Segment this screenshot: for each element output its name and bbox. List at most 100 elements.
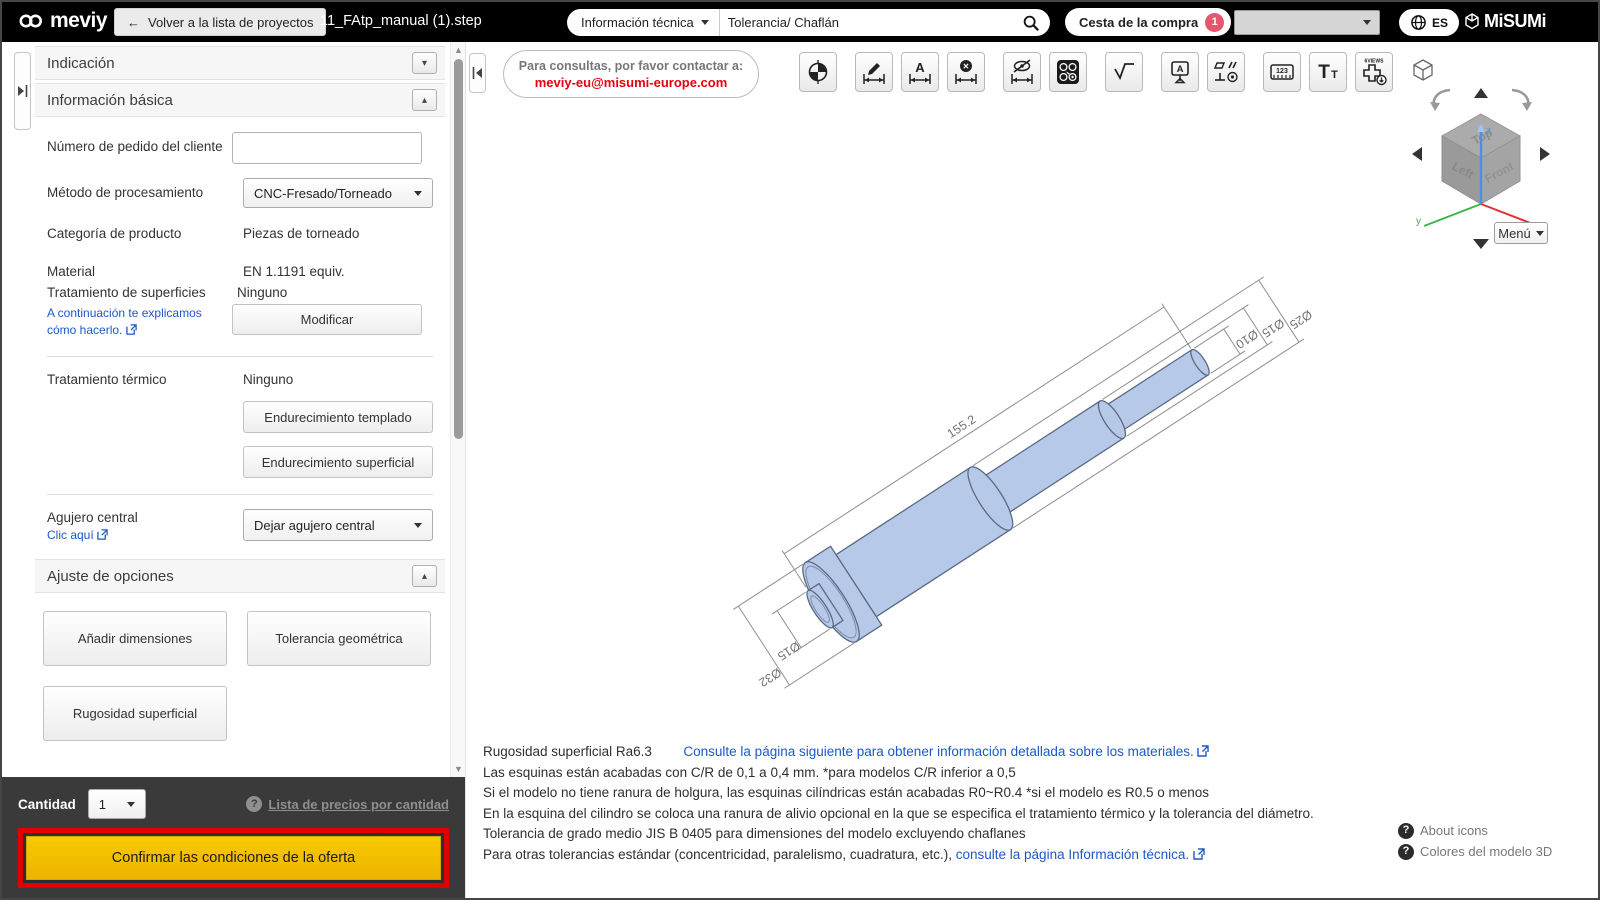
confirm-offer-button[interactable]: Confirmar las condiciones de la oferta (26, 836, 441, 880)
back-arrow-icon: ← (127, 14, 140, 30)
surface-roughness-symbol-button[interactable] (1105, 52, 1143, 92)
surface-treatment-label: Tratamiento de superficies (47, 285, 206, 300)
turned-part-model[interactable] (789, 320, 1230, 652)
chevron-down-icon (126, 801, 135, 807)
hide-dimension-button[interactable] (1003, 52, 1041, 92)
surface-treatment-help-link[interactable]: A continuación te explicamos cómo hacerl… (47, 306, 202, 337)
language-button[interactable]: ES (1399, 9, 1460, 36)
language-code: ES (1432, 15, 1449, 30)
tip-diameter-1: Ø10 (1233, 327, 1260, 352)
sidebar-scrollbar[interactable]: ▲ ▼ (450, 42, 465, 777)
surface-roughness-icon (1114, 63, 1134, 81)
back-to-projects-button[interactable]: ← Volver a la lista de proyectos (114, 8, 327, 36)
materials-info-link[interactable]: Consulte la página siguiente para obtene… (683, 744, 1210, 759)
center-hole-value: Dejar agujero central (254, 517, 375, 533)
misumi-logo-icon (1465, 12, 1479, 29)
rotate-right-icon[interactable] (1511, 88, 1532, 111)
chevron-down-icon (414, 190, 422, 196)
search-input[interactable] (719, 15, 1022, 30)
quantity-select[interactable]: 1 (87, 789, 146, 819)
processing-method-select[interactable]: CNC-Fresado/Torneado (243, 178, 433, 208)
viewer-canvas[interactable]: Para consultas, por favor contactar a: m… (465, 42, 1598, 898)
search-category-select[interactable]: Información técnica (581, 9, 720, 36)
text-dimension-icon: A (909, 60, 931, 84)
svg-text:6VIEWS: 6VIEWS (1365, 59, 1385, 65)
rotate-left-arrow-icon[interactable] (1412, 147, 1422, 161)
geometric-tolerance-button[interactable] (1207, 52, 1245, 92)
rotate-left-icon[interactable] (1430, 88, 1451, 111)
note-line: Rugosidad superficial Ra6.3 Consulte la … (483, 742, 1314, 763)
rotate-down-icon[interactable] (1473, 239, 1489, 249)
datum-target-button[interactable] (799, 52, 837, 92)
section-basic-info-toggle[interactable]: ▴ (412, 89, 437, 111)
model-3d-view[interactable]: 155.2 Ø10 Ø15 Ø25 Ø15 Ø32 (686, 267, 1546, 717)
section-basic-info-title: Información básica (47, 91, 173, 109)
collapse-left-icon (472, 67, 482, 79)
search-bar: Información técnica (567, 9, 1050, 36)
quantity-label: Cantidad (18, 796, 76, 812)
technical-info-link[interactable]: consulte la página Información técnica. (956, 847, 1205, 862)
order-number-input[interactable] (232, 132, 422, 164)
model-colors-link[interactable]: ? Colores del modelo 3D (1398, 841, 1552, 862)
tip-diameter-2: Ø15 (1259, 316, 1286, 341)
contact-text: Para consultas, por favor contactar a: (518, 58, 744, 73)
center-hole-select[interactable]: Dejar agujero central (243, 509, 433, 541)
sidebar-footer: Cantidad 1 ? Lista de precios por cantid… (2, 777, 465, 898)
center-hole-help-link[interactable]: Clic aquí (47, 528, 108, 542)
price-list-link[interactable]: ? Lista de precios por cantidad (246, 796, 449, 812)
svg-text:T: T (1331, 69, 1338, 81)
surface-hardening-button[interactable]: Endurecimiento superficial (243, 446, 433, 478)
basic-info-form: Número de pedido del cliente Método de p… (35, 117, 445, 543)
meviy-logo[interactable]: meviy (16, 8, 108, 34)
search-icon[interactable] (1022, 14, 1040, 32)
about-icons-link[interactable]: ? About icons (1398, 820, 1552, 841)
measure-numbers-button[interactable]: 123 (1263, 52, 1301, 92)
hole-pattern-icon (1057, 60, 1079, 84)
axes-triad: y x z (1416, 124, 1547, 233)
delete-dimension-button[interactable]: ✕ (947, 52, 985, 92)
cube-outline-icon[interactable] (1413, 59, 1433, 81)
topbar-select[interactable] (1234, 10, 1380, 35)
geometric-tolerance-button[interactable]: Tolerancia geométrica (247, 611, 431, 666)
menu-label: Menú (1498, 225, 1531, 241)
section-options[interactable]: Ajuste de opciones ▴ (35, 559, 445, 593)
section-options-toggle[interactable]: ▴ (412, 565, 437, 587)
hole-pattern-button[interactable] (1049, 52, 1087, 92)
add-dimensions-label: Añadir dimensiones (77, 631, 193, 646)
section-basic-info[interactable]: Información básica ▴ (35, 83, 445, 117)
surface-roughness-button[interactable]: Rugosidad superficial (43, 686, 227, 741)
viewer-menu-button[interactable]: Menú (1494, 222, 1548, 244)
base-diameter-2: Ø32 (756, 665, 783, 690)
panel-collapse-handle[interactable] (469, 53, 486, 93)
contact-email[interactable]: meviy-eu@misumi-europe.com (535, 75, 728, 90)
external-link-icon (1193, 848, 1205, 860)
scroll-up-icon[interactable]: ▲ (451, 45, 466, 55)
scroll-down-icon[interactable]: ▼ (451, 764, 466, 774)
edit-dimension-button[interactable] (855, 52, 893, 92)
six-views-button[interactable]: 6VIEWS (1355, 52, 1393, 92)
section-indication-toggle[interactable]: ▾ (412, 52, 437, 74)
quench-hardening-button[interactable]: Endurecimiento templado (243, 401, 433, 433)
text-dimension-button[interactable]: A (901, 52, 939, 92)
rotate-right-arrow-icon[interactable] (1540, 147, 1550, 161)
geometric-tolerance-label: Tolerancia geométrica (275, 631, 403, 646)
rotate-up-icon[interactable] (1474, 88, 1488, 98)
text-size-button[interactable]: T T (1309, 52, 1347, 92)
quantity-value: 1 (98, 796, 106, 812)
section-options-title: Ajuste de opciones (47, 567, 174, 585)
center-hole-help-text: Clic aquí (47, 528, 94, 542)
cart-button[interactable]: Cesta de la compra 1 (1065, 8, 1232, 36)
text-size-icon: T T (1318, 62, 1338, 83)
cart-label: Cesta de la compra (1079, 14, 1199, 30)
scrollbar-thumb[interactable] (454, 59, 463, 439)
modify-button[interactable]: Modificar (232, 304, 422, 335)
note-line: Las esquinas están acabadas con C/R de 0… (483, 764, 1016, 780)
sidebar-collapse-handle[interactable] (14, 52, 31, 130)
section-indication[interactable]: Indicación ▾ (35, 46, 445, 80)
hide-dimension-icon (1011, 59, 1033, 84)
collapse-right-icon (18, 85, 28, 97)
product-category-label: Categoría de producto (47, 226, 182, 241)
misumi-logo[interactable]: MiSUMi (1464, 11, 1547, 32)
add-dimensions-button[interactable]: Añadir dimensiones (43, 611, 227, 666)
annotation-label-button[interactable]: A (1161, 52, 1199, 92)
